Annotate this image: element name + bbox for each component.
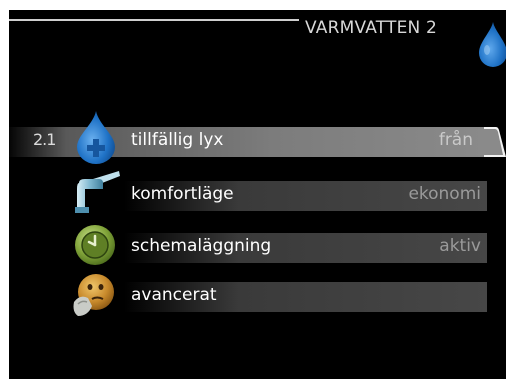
menu-item-tillfallig-lyx[interactable]: 2.1 tillfällig lyx från [9,111,506,164]
page-corner-icon [484,127,506,157]
menu-item-label: tillfällig lyx [131,130,224,150]
menu-item-label: komfortläge [131,184,234,204]
screen: VARMVATTEN 2 2.1 tillfällig lyx från kom… [9,10,506,379]
menu-item-komfortlage[interactable]: komfortläge ekonomi [9,171,487,213]
water-drop-plus-icon [77,111,115,164]
menu-item-value: aktiv [439,236,481,256]
menu-item-value: från [438,130,473,150]
faucet-icon [75,171,120,213]
water-drop-icon [479,22,506,67]
menu-item-label: schemaläggning [131,236,272,256]
title-divider [9,19,299,21]
page-title: VARMVATTEN 2 [305,18,438,38]
menu-item-schemalaggning[interactable]: schemaläggning aktiv [9,225,487,265]
menu-item-avancerat[interactable]: avancerat [9,274,487,316]
menu-item-label: avancerat [131,285,217,305]
clock-icon [75,225,115,265]
thinking-face-icon [73,274,114,316]
menu-item-number: 2.1 [33,130,56,149]
menu-item-value: ekonomi [408,184,481,204]
